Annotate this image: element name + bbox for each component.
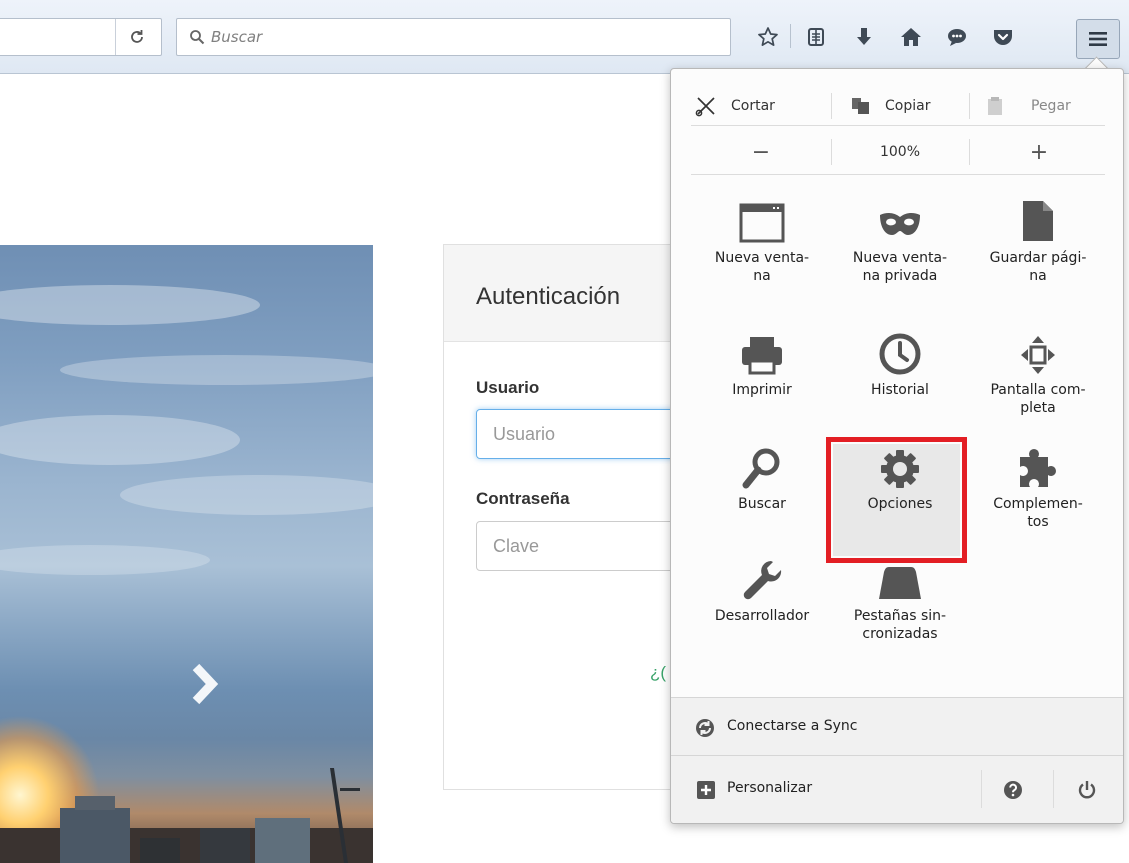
password-label: Contraseña	[476, 489, 570, 508]
customize-button[interactable]: Personalizar	[671, 756, 971, 823]
synced-tabs-label: Pestañas sin- cronizadas	[853, 608, 947, 642]
divider	[981, 770, 982, 808]
zoom-in-button[interactable]: +	[973, 133, 1105, 171]
username-label: Usuario	[476, 378, 540, 397]
copy-button[interactable]: Copiar	[851, 87, 971, 125]
new-window-label: Nueva venta- na	[714, 250, 810, 284]
sync-row[interactable]: Conectarse a Sync	[671, 697, 1123, 756]
firefox-menu-panel: Cortar Copiar Pegar − 100% + Nueva venta…	[670, 68, 1124, 824]
login-title: Autenticación	[476, 283, 621, 310]
search-icon	[189, 29, 205, 45]
reading-list-icon[interactable]	[799, 20, 833, 54]
hamburger-menu-icon[interactable]	[1076, 19, 1120, 59]
find-button[interactable]: Buscar	[698, 439, 826, 513]
save-page-button[interactable]: Guardar pági- na	[974, 193, 1102, 285]
developer-label: Desarrollador	[714, 608, 810, 624]
paste-icon	[988, 97, 1002, 115]
download-icon[interactable]	[847, 20, 881, 54]
private-mask-icon	[836, 193, 964, 243]
paste-button[interactable]: Pegar	[987, 87, 1105, 125]
print-button[interactable]: Imprimir	[698, 325, 826, 399]
zoom-out-button[interactable]: −	[695, 133, 827, 171]
printer-icon	[698, 325, 826, 375]
new-window-button[interactable]: Nueva venta- na	[698, 193, 826, 285]
help-icon	[1004, 781, 1022, 799]
sync-label: Conectarse a Sync	[727, 718, 858, 734]
fullscreen-label: Pantalla com- pleta	[990, 382, 1086, 416]
save-page-label: Guardar pági- na	[989, 250, 1087, 284]
copy-icon	[852, 98, 869, 114]
divider	[1053, 770, 1054, 808]
slide-next-icon[interactable]	[190, 663, 220, 705]
reload-icon[interactable]	[115, 19, 158, 55]
divider	[969, 139, 970, 165]
bookmark-star-icon[interactable]	[751, 20, 785, 54]
save-page-icon	[974, 193, 1102, 243]
history-label: Historial	[871, 382, 929, 398]
cut-button[interactable]: Cortar	[695, 87, 815, 125]
power-icon	[1078, 781, 1096, 799]
search-placeholder: Buscar	[211, 28, 263, 46]
url-bar[interactable]	[0, 18, 162, 56]
toolbar-divider	[790, 24, 791, 48]
puzzle-icon	[974, 439, 1102, 489]
sync-icon	[696, 719, 714, 737]
new-window-icon	[698, 193, 826, 243]
scissors-icon	[695, 97, 715, 117]
background-photo	[0, 245, 373, 863]
browser-toolbar: Buscar	[0, 0, 1129, 74]
synced-tabs-button[interactable]: Pestañas sin- cronizadas	[836, 551, 964, 643]
search-icon	[698, 439, 826, 489]
cut-label: Cortar	[731, 98, 775, 114]
home-icon[interactable]	[894, 20, 928, 54]
history-clock-icon	[836, 325, 964, 375]
quit-button[interactable]	[1067, 774, 1107, 806]
pocket-icon[interactable]	[986, 20, 1020, 54]
zoom-reset-button[interactable]: 100%	[834, 133, 966, 171]
print-label: Imprimir	[732, 382, 792, 398]
forgot-password-link[interactable]: ¿(	[650, 663, 666, 683]
private-window-label: Nueva venta- na privada	[852, 250, 948, 284]
divider	[831, 139, 832, 165]
help-button[interactable]	[993, 774, 1033, 806]
private-window-button[interactable]: Nueva venta- na privada	[836, 193, 964, 285]
divider	[691, 125, 1105, 126]
divider	[969, 93, 970, 119]
options-highlight-frame	[826, 437, 967, 563]
find-label: Buscar	[738, 496, 786, 512]
addons-label: Complemen- tos	[993, 496, 1083, 530]
divider	[831, 93, 832, 119]
copy-label: Copiar	[885, 98, 931, 114]
fullscreen-icon	[974, 325, 1102, 375]
plus-box-icon	[697, 781, 715, 799]
addons-button[interactable]: Complemen- tos	[974, 439, 1102, 531]
paste-label: Pegar	[1031, 98, 1071, 114]
divider	[691, 174, 1105, 175]
search-bar[interactable]: Buscar	[176, 18, 731, 56]
wrench-icon	[698, 551, 826, 601]
customize-label: Personalizar	[727, 780, 813, 796]
customize-row: Personalizar	[671, 755, 1123, 823]
developer-button[interactable]: Desarrollador	[698, 551, 826, 625]
chat-icon[interactable]	[940, 20, 974, 54]
history-button[interactable]: Historial	[836, 325, 964, 399]
edit-controls: Cortar Copiar Pegar	[695, 87, 1105, 125]
fullscreen-button[interactable]: Pantalla com- pleta	[974, 325, 1102, 417]
login-panel: Autenticación Usuario Usuario Contraseña…	[443, 244, 716, 790]
